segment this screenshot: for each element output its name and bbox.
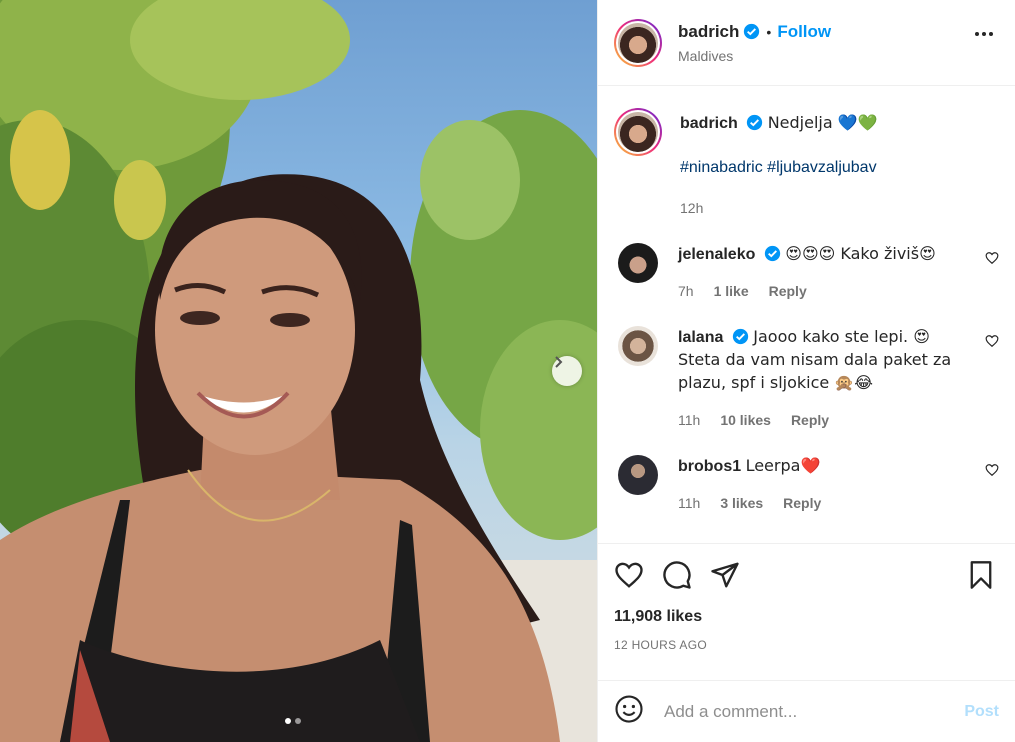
caption-time: 12h [680,200,704,216]
comment-username[interactable]: brobos1 [678,458,741,475]
comment-like-heart-icon[interactable] [985,334,999,353]
author-avatar[interactable] [614,18,662,67]
next-photo-button[interactable] [552,356,582,386]
like-heart-icon[interactable] [614,560,644,590]
comment-text: Leerpa❤️ [745,456,821,475]
posted-time: 12 HOURS AGO [614,638,707,652]
comments-list[interactable]: badrich Nedjelja 💙💚 #ninabadric #ljubavz… [598,86,1015,543]
commenter-avatar[interactable] [618,326,658,366]
comment-like-heart-icon[interactable] [985,251,999,270]
caption-hashtags[interactable]: #ninabadric #ljubavzaljubav [680,157,878,179]
verified-badge-icon [743,23,760,40]
more-options-icon[interactable] [975,32,993,36]
post-comment-button[interactable]: Post [964,703,999,721]
carousel-dot [295,718,301,724]
emoji-smiley-icon[interactable] [614,694,644,729]
commenter-avatar[interactable] [618,455,658,495]
comment-likes[interactable]: 10 likes [720,409,771,431]
post-location[interactable]: Maldives [678,48,831,64]
chevron-right-icon [555,356,563,368]
comment-time: 11h [678,495,701,511]
commenter-avatar[interactable] [618,243,658,283]
post-side-panel: badrich • Follow Maldives badrich Nedjel… [597,0,1015,742]
caption-text: Nedjelja 💙💚 [767,113,878,132]
comment-bubble-icon[interactable] [662,560,692,590]
comment-time: 7h [678,283,694,299]
post-header: badrich • Follow Maldives [598,0,1015,86]
comment-item: lalana Jaooo kako ste lepi. 😍 Steta da v… [614,326,999,431]
comment-reply-button[interactable]: Reply [783,492,821,514]
verified-badge-icon [732,328,749,345]
carousel-dot-active [285,718,291,724]
post-caption: badrich Nedjelja 💙💚 #ninabadric #ljubavz… [614,108,999,219]
carousel-indicator [285,718,301,724]
comment-item: jelenaleko 😍😍😍 Kako živiš😍 7h 1 like Rep… [614,243,999,302]
instagram-post: badrich • Follow Maldives badrich Nedjel… [0,0,1015,742]
author-username[interactable]: badrich [678,22,739,42]
comment-likes[interactable]: 1 like [714,280,749,302]
comment-like-heart-icon[interactable] [985,463,999,482]
verified-badge-icon [764,245,781,262]
likes-count[interactable]: 11,908 likes [614,608,999,626]
comment-likes[interactable]: 3 likes [720,492,763,514]
follow-button[interactable]: Follow [777,22,831,42]
comment-item: brobos1 Leerpa❤️ 11h 3 likes Reply [614,455,999,514]
comment-reply-button[interactable]: Reply [791,409,829,431]
save-bookmark-icon[interactable] [967,560,995,590]
comment-reply-button[interactable]: Reply [769,280,807,302]
add-comment-input[interactable] [662,700,965,723]
comment-time: 11h [678,412,701,428]
caption-avatar[interactable] [614,108,662,156]
post-photo[interactable] [0,0,597,742]
comment-composer: Post [598,680,1015,742]
photo-illustration [0,0,597,742]
comment-text: 😍😍😍 Kako živiš😍 [785,244,936,263]
separator-dot: • [766,23,772,40]
comment-username[interactable]: lalana [678,329,723,346]
caption-username[interactable]: badrich [680,115,738,132]
comment-username[interactable]: jelenaleko [678,246,755,263]
share-paper-plane-icon[interactable] [710,560,740,590]
verified-badge-icon [746,114,763,131]
post-actions: 11,908 likes 12 HOURS AGO [598,543,1015,680]
